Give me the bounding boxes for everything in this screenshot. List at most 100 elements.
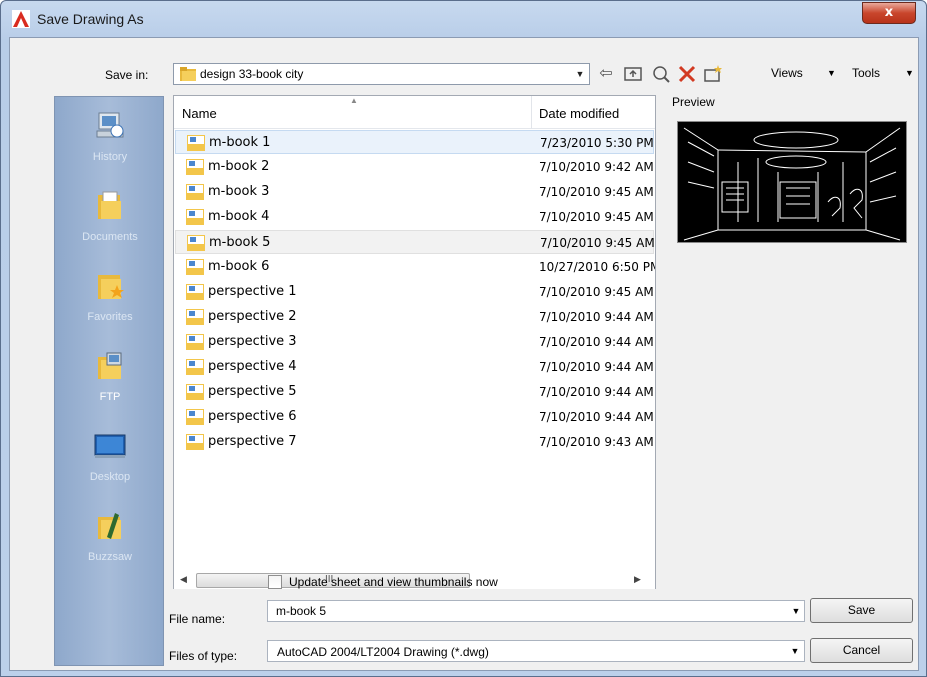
preview-drawing-icon [683, 127, 901, 241]
file-name-cell: perspective 5 [208, 384, 297, 399]
scroll-left-arrow-icon[interactable]: ◀ [180, 574, 187, 585]
file-date-cell: 7/10/2010 9:44 AM [539, 385, 654, 399]
table-row[interactable]: m-book 6 10/27/2010 6:50 PM [175, 255, 655, 279]
chevron-down-icon[interactable]: ▼ [571, 64, 589, 84]
dialog-client-area: Save in: design 33-book city ▼ ⇦ Views ▼… [9, 37, 919, 671]
file-name-cell: m-book 6 [208, 259, 270, 274]
file-name-cell: perspective 3 [208, 334, 297, 349]
ftp-icon [98, 352, 122, 379]
place-ftp[interactable]: FTP [55, 343, 165, 421]
file-date-cell: 7/10/2010 9:45 AM [539, 210, 654, 224]
place-favorites[interactable]: Favorites [55, 263, 165, 341]
files-of-type-value: AutoCAD 2004/LT2004 Drawing (*.dwg) [277, 645, 489, 659]
file-date-cell: 10/27/2010 6:50 PM [539, 260, 655, 274]
file-date-cell: 7/10/2010 9:44 AM [539, 310, 654, 324]
place-buzzsaw[interactable]: Buzzsaw [55, 503, 165, 581]
file-name-cell: m-book 1 [209, 135, 271, 150]
table-row[interactable]: m-book 1 7/23/2010 5:30 PM [175, 130, 654, 154]
dwg-file-icon [186, 334, 204, 350]
buzzsaw-icon [98, 513, 121, 539]
places-sidebar: History Documents Favorites FTP Desktop … [54, 96, 164, 666]
sort-caret-icon: ▲ [350, 96, 358, 105]
dwg-file-icon [186, 209, 204, 225]
table-row[interactable]: perspective 3 7/10/2010 9:44 AM [175, 330, 654, 354]
dwg-file-icon [186, 159, 204, 175]
preview-label: Preview [672, 95, 715, 109]
table-row[interactable]: perspective 2 7/10/2010 9:44 AM [175, 305, 654, 329]
scroll-right-arrow-icon[interactable]: ▶ [634, 574, 641, 585]
place-documents[interactable]: Documents [55, 183, 165, 261]
table-row[interactable]: perspective 7 7/10/2010 9:43 AM [175, 430, 654, 454]
place-history[interactable]: History [55, 103, 165, 181]
file-name-cell: m-book 3 [208, 184, 270, 199]
title-bar[interactable]: Save Drawing As x [1, 1, 926, 37]
delete-icon[interactable] [676, 63, 698, 85]
table-row[interactable]: m-book 5 7/10/2010 9:45 AM [175, 230, 655, 254]
documents-folder-icon [98, 191, 121, 219]
save-button[interactable]: Save [810, 598, 913, 623]
file-name-cell: perspective 2 [208, 309, 297, 324]
column-divider[interactable] [531, 96, 532, 129]
table-row[interactable]: perspective 5 7/10/2010 9:44 AM [175, 380, 654, 404]
folder-icon [180, 67, 196, 81]
files-of-type-dropdown[interactable]: AutoCAD 2004/LT2004 Drawing (*.dwg) ▼ [267, 640, 805, 662]
file-name-dropdown-chevron-icon[interactable]: ▼ [787, 601, 805, 621]
dwg-file-icon [187, 235, 205, 251]
tools-menu[interactable]: Tools [852, 66, 880, 80]
new-folder-icon[interactable] [702, 63, 724, 85]
back-arrow-icon[interactable]: ⇦ [595, 63, 617, 85]
save-in-value: design 33-book city [200, 67, 304, 81]
column-header-name[interactable]: Name [182, 106, 217, 121]
dwg-file-icon [186, 184, 204, 200]
update-thumbnails-checkbox[interactable] [268, 575, 282, 589]
table-row[interactable]: perspective 1 7/10/2010 9:45 AM [175, 280, 654, 304]
files-of-type-label: Files of type: [169, 649, 238, 663]
place-desktop[interactable]: Desktop [55, 423, 165, 501]
update-thumbnails-label[interactable]: Update sheet and view thumbnails now [289, 575, 498, 589]
autocad-app-icon [12, 10, 30, 28]
column-header-date-modified[interactable]: Date modified [539, 106, 619, 121]
dwg-file-icon [186, 309, 204, 325]
file-date-cell: 7/10/2010 9:44 AM [539, 335, 654, 349]
cancel-button[interactable]: Cancel [810, 638, 913, 663]
search-web-icon[interactable] [650, 63, 672, 85]
file-name-cell: m-book 5 [209, 235, 271, 250]
file-date-cell: 7/10/2010 9:43 AM [539, 435, 654, 449]
history-icon [96, 112, 124, 138]
dwg-file-icon [186, 384, 204, 400]
file-date-cell: 7/10/2010 9:45 AM [539, 285, 654, 299]
file-name-cell: perspective 1 [208, 284, 297, 299]
table-row[interactable]: perspective 4 7/10/2010 9:44 AM [175, 355, 654, 379]
dwg-file-icon [186, 284, 204, 300]
file-name-cell: perspective 7 [208, 434, 297, 449]
file-date-cell: 7/23/2010 5:30 PM [540, 136, 654, 150]
table-row[interactable]: m-book 2 7/10/2010 9:42 AM [175, 155, 654, 179]
up-one-level-icon[interactable] [622, 63, 644, 85]
dwg-file-icon [187, 135, 205, 151]
file-name-label: File name: [169, 612, 226, 626]
file-name-cell: perspective 6 [208, 409, 297, 424]
dwg-file-icon [186, 409, 204, 425]
file-name-input[interactable] [267, 600, 805, 622]
file-name-cell: perspective 4 [208, 359, 297, 374]
desktop-icon [94, 434, 126, 458]
close-button[interactable]: x [862, 2, 916, 24]
tools-caret-icon[interactable]: ▼ [905, 68, 914, 78]
save-in-label: Save in: [105, 68, 149, 82]
file-list-header: Name ▲ Date modified [174, 96, 655, 129]
table-row[interactable]: perspective 6 7/10/2010 9:44 AM [175, 405, 654, 429]
favorites-folder-icon [98, 275, 124, 299]
views-caret-icon[interactable]: ▼ [827, 68, 836, 78]
chevron-down-icon[interactable]: ▼ [786, 641, 804, 661]
table-row[interactable]: m-book 4 7/10/2010 9:45 AM [175, 205, 654, 229]
dwg-file-icon [186, 359, 204, 375]
window-title: Save Drawing As [37, 11, 144, 27]
save-in-dropdown[interactable]: design 33-book city ▼ [173, 63, 590, 85]
dialog-window: Save Drawing As x Save in: design 33-boo… [0, 0, 927, 677]
table-row[interactable]: m-book 3 7/10/2010 9:45 AM [175, 180, 654, 204]
file-date-cell: 7/10/2010 9:44 AM [539, 360, 654, 374]
file-date-cell: 7/10/2010 9:44 AM [539, 410, 654, 424]
views-menu[interactable]: Views [771, 66, 803, 80]
file-list[interactable]: Name ▲ Date modified m-book 1 7/23/2010 … [173, 95, 656, 589]
file-date-cell: 7/10/2010 9:42 AM [539, 160, 654, 174]
